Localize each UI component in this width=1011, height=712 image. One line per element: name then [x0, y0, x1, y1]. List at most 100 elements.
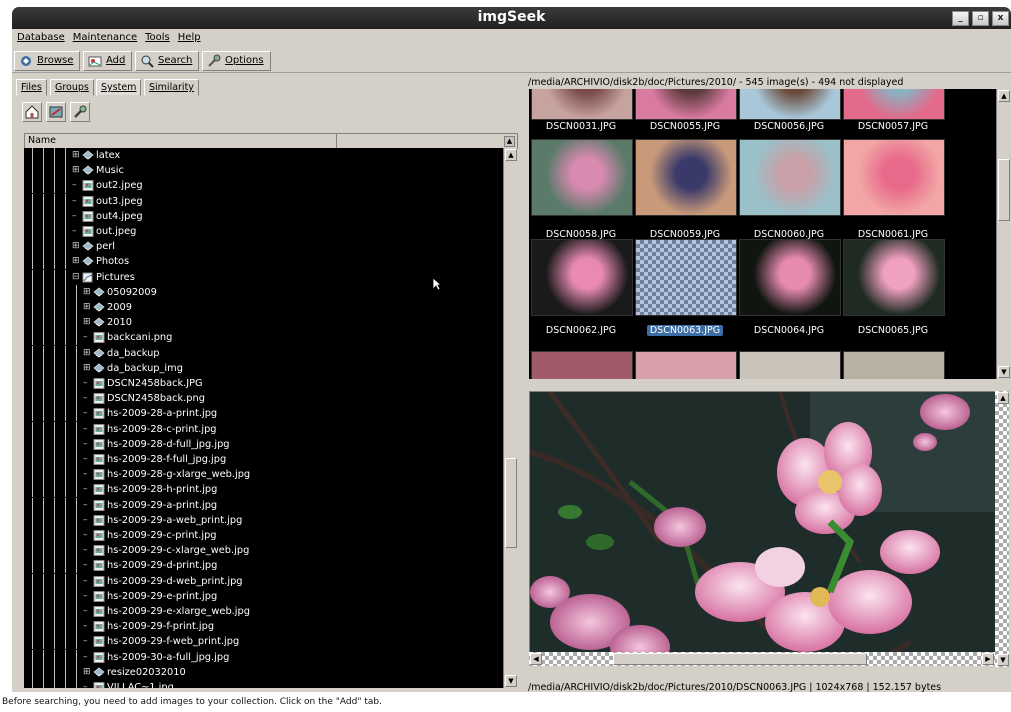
folder-tree[interactable]: ⊞ latex ⊞ Music – out2.jpeg – out3.jpeg – out4.jp… [24, 148, 503, 688]
thumbnail-image[interactable] [739, 89, 841, 120]
tree-row[interactable]: – hs-2009-29-a-print.jpg [24, 497, 503, 513]
thumbnail-image[interactable] [531, 239, 633, 316]
subtab-system[interactable]: System [96, 79, 142, 96]
thumbnail-image[interactable] [843, 139, 945, 216]
tree-row[interactable]: – hs-2009-29-f-print.jpg [24, 619, 503, 635]
options-tab-button[interactable]: Options [202, 51, 271, 71]
tree-row[interactable]: – hs-2009-28-f-full_jpg.jpg [24, 452, 503, 467]
tree-row[interactable]: – hs-2009-28-c-print.jpg [24, 421, 503, 437]
tree-row[interactable]: – out2.jpeg [24, 178, 503, 194]
thumbnail-label[interactable]: DSCN0062.JPG [529, 325, 634, 336]
preview-vertical-scrollbar[interactable]: ▲ ▼ [995, 391, 1009, 667]
tree-row[interactable]: ⊞ da_backup_img [24, 360, 503, 376]
tree-row[interactable]: – hs-2009-29-f-web_print.jpg [24, 634, 503, 650]
expander-icon[interactable]: ⊞ [72, 254, 80, 269]
tree-row[interactable]: – hs-2009-29-d-print.jpg [24, 558, 503, 574]
tree-row[interactable]: – hs-2009-28-a-print.jpg [24, 406, 503, 422]
expander-icon[interactable]: ⊞ [83, 665, 91, 680]
tree-row[interactable]: ⊞ Photos [24, 254, 503, 270]
tree-row[interactable]: ⊞ resize02032010 [24, 664, 503, 680]
subtab-similarity[interactable]: Similarity [144, 79, 199, 96]
preview-scroll-right-icon[interactable]: ▶ [982, 653, 994, 665]
minimize-button[interactable]: _ [952, 11, 969, 26]
tree-row[interactable]: – hs-2009-29-d-web_print.jpg [24, 573, 503, 589]
add-tab-button[interactable]: Add [83, 51, 133, 71]
thumbnail-label[interactable]: DSCN0063.JPG [632, 325, 738, 336]
thumbnail-scrollbar-thumb[interactable] [998, 159, 1010, 221]
preview-horizontal-scrollbar[interactable]: ◀ ▶ [529, 652, 995, 666]
thumbnail-image[interactable] [739, 239, 841, 316]
add-folder-button[interactable] [70, 102, 90, 122]
tree-row[interactable]: – DSCN2458back.JPG [24, 376, 503, 391]
tree-row[interactable]: – out.jpeg [24, 224, 503, 239]
expander-icon[interactable]: ⊞ [83, 346, 91, 361]
expander-icon[interactable]: ⊞ [72, 163, 80, 178]
expander-icon[interactable]: ⊞ [83, 361, 91, 376]
tree-row[interactable]: ⊞ da_backup [24, 345, 503, 361]
expander-icon[interactable]: ⊞ [83, 285, 91, 300]
tree-row[interactable]: – hs-2009-30-a-full_jpg.jpg [24, 649, 503, 665]
close-button[interactable]: x [992, 11, 1009, 26]
thumbnail-label[interactable]: DSCN0056.JPG [736, 121, 842, 132]
expander-icon[interactable]: ⊞ [72, 148, 80, 163]
tree-row[interactable]: – VILLAC~1.jpg [24, 680, 503, 688]
scroll-up-icon[interactable]: ▲ [505, 149, 517, 161]
preview-scroll-up-icon[interactable]: ▲ [997, 392, 1009, 404]
thumbnail-image-partial[interactable] [531, 351, 633, 379]
expander-icon[interactable]: ⊟ [72, 270, 80, 285]
thumbnail-image[interactable] [635, 239, 737, 316]
tree-row[interactable]: – hs-2009-29-e-print.jpg [24, 588, 503, 604]
thumbnail-image[interactable] [635, 139, 737, 216]
search-tab-button[interactable]: Search [135, 51, 200, 71]
sort-arrow-icon[interactable]: ▲ [504, 136, 515, 147]
thumbnail-image[interactable] [843, 89, 945, 120]
tree-row[interactable]: ⊞ latex [24, 148, 503, 163]
scroll-down-icon[interactable]: ▼ [505, 675, 517, 687]
thumbnail-scrollbar[interactable]: ▲ ▼ [996, 89, 1010, 379]
subtab-groups[interactable]: Groups [50, 79, 94, 96]
menu-database[interactable]: Database [12, 30, 68, 43]
thumbnail-image[interactable] [739, 139, 841, 216]
tree-scrollbar[interactable]: ▲ ▼ [503, 148, 517, 688]
thumbnail-image-partial[interactable] [739, 351, 841, 379]
thumbnail-grid[interactable]: DSCN0031.JPG DSCN0055.JPG DSCN0056.JPG DSCN… [529, 89, 996, 379]
tree-row[interactable]: – out3.jpeg [24, 193, 503, 209]
tree-row[interactable]: – hs-2009-29-e-xlarge_web.jpg [24, 604, 503, 619]
grid-scroll-up-icon[interactable]: ▲ [998, 90, 1010, 102]
tree-row[interactable]: – hs-2009-29-c-print.jpg [24, 528, 503, 543]
thumbnail-label[interactable]: DSCN0031.JPG [529, 121, 634, 132]
menu-tools[interactable]: Tools [140, 30, 173, 43]
expander-icon[interactable]: ⊞ [72, 239, 80, 254]
preview-scroll-down-icon[interactable]: ▼ [997, 654, 1009, 666]
thumbnail-image[interactable] [635, 89, 737, 120]
tree-row[interactable]: ⊞ Music [24, 163, 503, 179]
preview-scroll-left-icon[interactable]: ◀ [530, 653, 542, 665]
tree-row[interactable]: ⊞ 2010 [24, 315, 503, 331]
thumbnail-label[interactable]: DSCN0055.JPG [632, 121, 738, 132]
preview-hscroll-thumb[interactable] [613, 653, 867, 665]
tree-row[interactable]: – hs-2009-28-h-print.jpg [24, 482, 503, 498]
expander-icon[interactable]: ⊞ [83, 300, 91, 315]
thumbnail-image-partial[interactable] [843, 351, 945, 379]
tree-row[interactable]: – hs-2009-28-d-full_jpg.jpg [24, 436, 503, 452]
browse-tab-button[interactable]: Browse [14, 51, 81, 71]
tree-row[interactable]: ⊞ perl [24, 239, 503, 255]
title-bar[interactable]: imgSeek _ ▫ x [12, 7, 1011, 29]
tree-scrollbar-thumb[interactable] [505, 458, 517, 548]
tree-row[interactable]: – hs-2009-29-a-web_print.jpg [24, 512, 503, 528]
tree-row[interactable]: – backcani.png [24, 330, 503, 346]
tree-row[interactable]: – hs-2009-28-g-xlarge_web.jpg [24, 467, 503, 483]
maximize-button[interactable]: ▫ [972, 11, 989, 26]
home-button[interactable] [22, 102, 42, 122]
menu-maintenance[interactable]: Maintenance [68, 30, 140, 43]
subtab-files[interactable]: Files [16, 79, 47, 96]
thumbnail-label[interactable]: DSCN0065.JPG [840, 325, 946, 336]
expander-icon[interactable]: ⊞ [83, 315, 91, 330]
thumbnail-image[interactable] [531, 89, 633, 120]
thumbnail-image[interactable] [843, 239, 945, 316]
grid-scroll-down-icon[interactable]: ▼ [998, 366, 1010, 378]
thumbnail-image-partial[interactable] [635, 351, 737, 379]
tree-row[interactable]: – hs-2009-29-c-xlarge_web.jpg [24, 543, 503, 559]
name-column-header[interactable]: Name [25, 134, 337, 148]
refresh-button[interactable] [46, 102, 66, 122]
